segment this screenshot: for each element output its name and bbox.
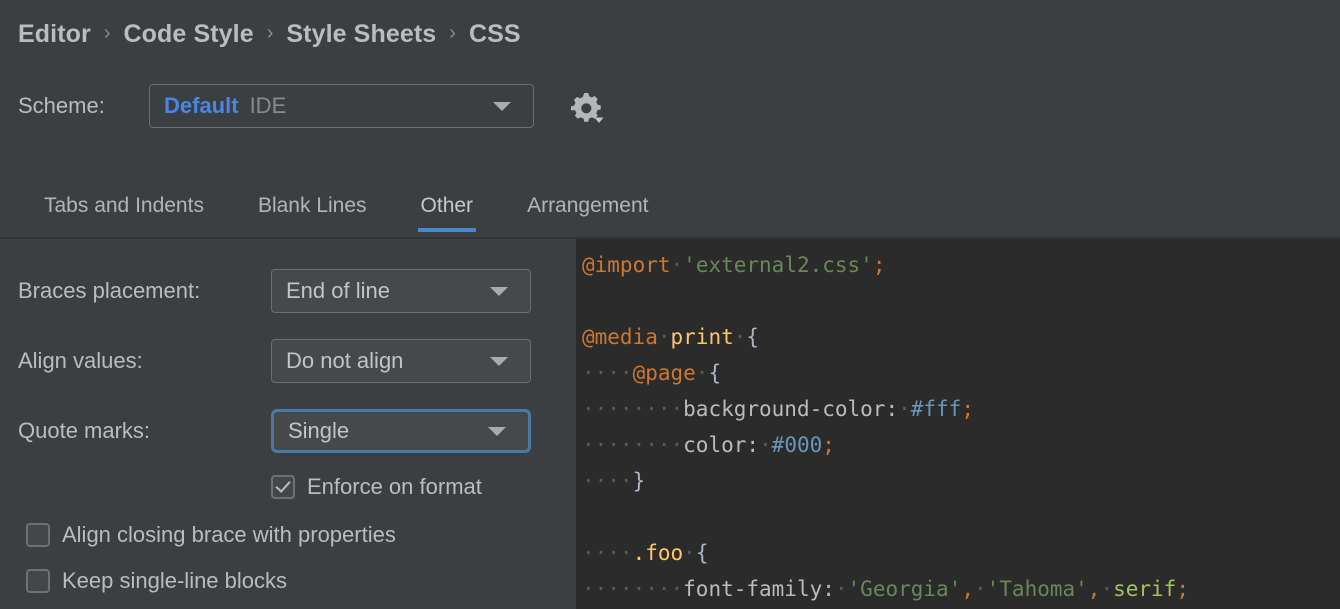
- code-token: #fff: [911, 397, 962, 421]
- code-token: ·: [974, 577, 987, 601]
- code-token: @page: [633, 361, 696, 385]
- code-token: 'Tahoma': [987, 577, 1088, 601]
- scheme-dropdown[interactable]: Default IDE: [149, 84, 534, 128]
- gear-icon: [566, 88, 606, 128]
- dropdown-braces-placement[interactable]: End of line: [271, 269, 531, 313]
- code-preview-panel[interactable]: @import·'external2.css'; @media·print·{·…: [576, 239, 1340, 609]
- code-token: ········: [582, 433, 683, 457]
- chevron-down-icon: [490, 287, 508, 296]
- code-line: ····}: [582, 463, 1340, 499]
- settings-tabs: Tabs and Indents Blank Lines Other Arrangem…: [0, 188, 1340, 238]
- checkbox-row-align-closing-brace-with-properties[interactable]: Align closing brace with properties: [26, 522, 396, 548]
- code-token: print: [671, 325, 734, 349]
- code-token: ;: [822, 433, 835, 457]
- checkbox-label-keep-single-line-blocks: Keep single-line blocks: [62, 568, 287, 594]
- code-token: ·: [1100, 577, 1113, 601]
- code-token: 'external2.css': [683, 253, 873, 277]
- code-token: ·: [696, 361, 709, 385]
- checkbox-keep-single-line-blocks[interactable]: [26, 569, 50, 593]
- breadcrumb: Editor›Code Style›Style Sheets›CSS: [18, 17, 521, 51]
- dropdown-align-values[interactable]: Do not align: [271, 339, 531, 383]
- field-label-braces-placement: Braces placement:: [18, 278, 271, 304]
- breadcrumb-separator: ›: [254, 22, 287, 45]
- field-row-align-values: Align values: Do not align: [18, 339, 531, 383]
- code-line: ········color:·#000;: [582, 427, 1340, 463]
- field-row-braces-placement: Braces placement: End of line: [18, 269, 531, 313]
- tab-other[interactable]: Other: [421, 188, 474, 232]
- tab-arrangement[interactable]: Arrangement: [527, 188, 648, 232]
- checkbox-label-enforce-on-format: Enforce on format: [307, 474, 482, 500]
- code-token: ····: [582, 469, 633, 493]
- code-token: {: [708, 361, 721, 385]
- code-token: 'Georgia': [848, 577, 962, 601]
- code-token: ·: [734, 325, 747, 349]
- breadcrumb-item-code-style[interactable]: Code Style: [124, 20, 254, 49]
- code-token: ;: [1176, 577, 1189, 601]
- code-preview-content: @import·'external2.css'; @media·print·{·…: [576, 239, 1340, 609]
- settings-panel: Braces placement: End of line Align values…: [0, 239, 570, 609]
- dropdown-value-align-values: Do not align: [286, 348, 403, 374]
- checkbox-label-align-closing-brace-with-properties: Align closing brace with properties: [62, 522, 396, 548]
- code-token: ········: [582, 577, 683, 601]
- breadcrumb-separator: ›: [91, 22, 124, 45]
- code-token: ········: [582, 397, 683, 421]
- breadcrumb-item-editor[interactable]: Editor: [18, 20, 91, 49]
- code-line: ····.foo·{: [582, 535, 1340, 571]
- code-token: serif: [1113, 577, 1176, 601]
- tab-blank-lines[interactable]: Blank Lines: [258, 188, 367, 232]
- scheme-settings-gear-button[interactable]: [566, 88, 606, 128]
- scheme-selected-value: Default: [164, 93, 239, 119]
- checkbox-align-closing-brace-with-properties[interactable]: [26, 523, 50, 547]
- breadcrumb-item-css: CSS: [469, 20, 521, 49]
- breadcrumb-separator: ›: [436, 22, 469, 45]
- code-token: font-family:: [683, 577, 835, 601]
- code-line: @import·'external2.css';: [582, 247, 1340, 283]
- code-line: ········font-family:·'Georgia',·'Tahoma'…: [582, 571, 1340, 607]
- code-line: ········background-color:·#fff;: [582, 391, 1340, 427]
- code-token: ·: [759, 433, 772, 457]
- code-token: ·: [683, 541, 696, 565]
- code-token: {: [746, 325, 759, 349]
- code-token: .foo: [633, 541, 684, 565]
- dropdown-value-braces-placement: End of line: [286, 278, 390, 304]
- code-token: ·: [658, 325, 671, 349]
- code-token: ;: [961, 397, 974, 421]
- code-line: @media·print·{: [582, 319, 1340, 355]
- checkbox-row-keep-single-line-blocks[interactable]: Keep single-line blocks: [26, 568, 287, 594]
- code-token: ·: [671, 253, 684, 277]
- scheme-row: Scheme: Default IDE: [18, 84, 534, 128]
- code-token: background-color:: [683, 397, 898, 421]
- chevron-down-icon: [488, 427, 506, 436]
- settings-dialog: Editor›Code Style›Style Sheets›CSS Schem…: [0, 0, 1340, 609]
- code-token: ····: [582, 361, 633, 385]
- code-token: ····: [582, 541, 633, 565]
- scheme-label: Scheme:: [18, 93, 149, 119]
- scheme-scope-label: IDE: [250, 93, 287, 119]
- code-line: ····@page·{: [582, 355, 1340, 391]
- code-token: }: [633, 469, 646, 493]
- code-token: ·: [835, 577, 848, 601]
- chevron-down-icon: [490, 357, 508, 366]
- code-token: ,: [1088, 577, 1101, 601]
- code-token: ,: [961, 577, 974, 601]
- code-token: ·: [898, 397, 911, 421]
- field-row-quote-marks: Quote marks: Single: [18, 409, 531, 453]
- dropdown-value-quote-marks: Single: [288, 418, 349, 444]
- checkbox-row-enforce-on-format[interactable]: Enforce on format: [271, 474, 482, 500]
- field-label-align-values: Align values:: [18, 348, 271, 374]
- field-label-quote-marks: Quote marks:: [18, 418, 271, 444]
- code-token: #000: [772, 433, 823, 457]
- code-line: [582, 499, 1340, 535]
- tab-tabs-and-indents[interactable]: Tabs and Indents: [44, 188, 204, 232]
- code-token: color:: [683, 433, 759, 457]
- code-token: @media: [582, 325, 658, 349]
- code-token: {: [696, 541, 709, 565]
- breadcrumb-item-style-sheets[interactable]: Style Sheets: [286, 20, 436, 49]
- code-token: @import: [582, 253, 671, 277]
- code-token: ;: [873, 253, 886, 277]
- chevron-down-icon: [493, 102, 511, 111]
- checkbox-enforce-on-format[interactable]: [271, 475, 295, 499]
- code-line: [582, 283, 1340, 319]
- dropdown-quote-marks[interactable]: Single: [271, 409, 531, 453]
